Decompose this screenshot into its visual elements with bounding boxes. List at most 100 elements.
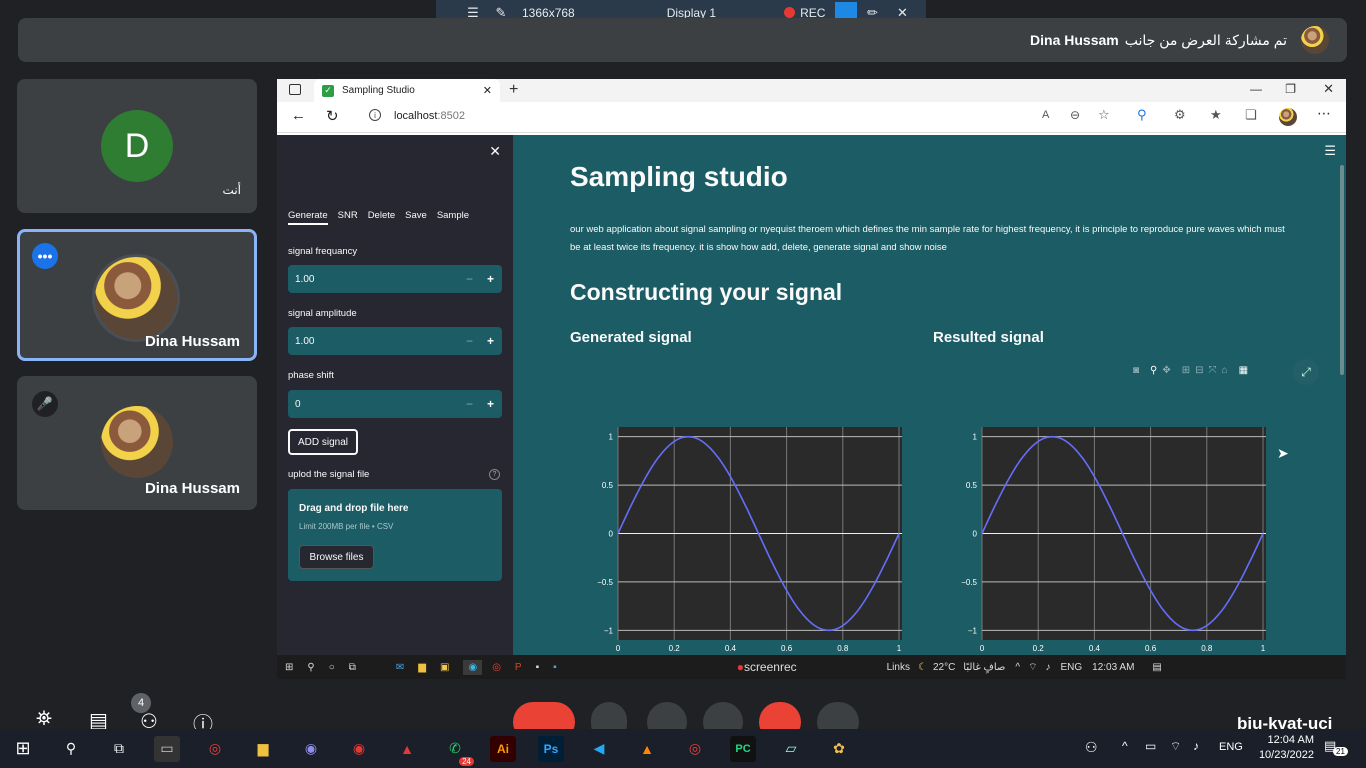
hamburger-menu-icon[interactable]: ☰ <box>1324 143 1336 159</box>
edge-icon[interactable]: ◉ <box>463 659 483 675</box>
info-icon[interactable]: i <box>369 109 381 121</box>
paint-icon[interactable]: ✿ <box>826 736 852 762</box>
notification-icon[interactable]: ▤ <box>1152 662 1161 673</box>
clock[interactable]: 12:03 AM <box>1092 662 1134 673</box>
favorite-add-icon[interactable]: ☆ <box>1098 107 1110 123</box>
search-icon[interactable]: ⚲ <box>58 736 84 762</box>
people-icon[interactable]: ⚇ <box>1085 739 1098 756</box>
resulted-signal-chart[interactable]: 0 0.2 0.4 0.6 0.8 1 1 0.5 0 −0.5 −1 <box>947 415 1267 655</box>
terminal-icon[interactable]: ▭ <box>154 735 180 762</box>
volume-icon[interactable]: ♪ <box>1193 739 1199 753</box>
increment-icon[interactable]: + <box>487 272 494 286</box>
zoom-out-icon[interactable]: ⊖ <box>1070 108 1080 122</box>
window-close-icon[interactable]: ✕ <box>1323 81 1334 97</box>
tray-chevron-icon[interactable]: ^ <box>1122 739 1128 753</box>
add-signal-button[interactable]: ADD signal <box>288 429 358 455</box>
decrement-icon[interactable]: − <box>466 334 473 348</box>
windows-start-icon[interactable]: ⊞ <box>10 736 36 762</box>
tray-chevron-icon[interactable]: ^ <box>1015 662 1020 673</box>
favorites-icon[interactable]: ★ <box>1210 107 1222 123</box>
increment-icon[interactable]: + <box>487 334 494 348</box>
vscode-icon[interactable]: ◀ <box>586 736 612 762</box>
language-indicator[interactable]: ENG <box>1060 662 1082 673</box>
phase-input[interactable]: 0− + <box>288 390 502 418</box>
generated-signal-chart[interactable]: 0 0.2 0.4 0.6 0.8 1 1 0.5 0 −0.5 −1 <box>583 415 903 655</box>
help-icon[interactable]: ? <box>489 469 500 480</box>
amplitude-input[interactable]: 1.00− + <box>288 327 502 355</box>
explorer-icon[interactable]: ▆ <box>418 662 426 673</box>
pycharm-icon[interactable]: PC <box>730 735 756 762</box>
acrobat-icon[interactable]: ▲ <box>394 736 420 762</box>
tab-snr[interactable]: SNR <box>338 210 358 225</box>
tab-sample[interactable]: Sample <box>437 210 469 225</box>
store-icon[interactable]: ▣ <box>440 662 449 673</box>
clock[interactable]: 12:04 AM 10/23/2022 <box>1250 733 1314 763</box>
search-icon[interactable]: ⚲ <box>1137 107 1147 123</box>
frequency-input[interactable]: 1.00− + <box>288 265 502 293</box>
powerpoint-icon[interactable]: P <box>515 662 522 673</box>
zoom-icon[interactable]: ⚲ <box>1150 365 1157 376</box>
illustrator-icon[interactable]: Ai <box>490 735 516 762</box>
restore-icon[interactable]: ❐ <box>1285 82 1296 96</box>
extensions-icon[interactable]: ⚙ <box>1174 107 1186 123</box>
back-icon[interactable]: ← <box>291 107 306 124</box>
chrome-icon[interactable]: ◎ <box>202 736 228 762</box>
decrement-icon[interactable]: − <box>466 272 473 286</box>
collections-icon[interactable]: ❏ <box>1245 107 1257 123</box>
camera-icon[interactable]: ◙ <box>1133 365 1139 376</box>
profile-avatar[interactable] <box>1279 108 1297 126</box>
volume-icon[interactable]: ♪ <box>1045 662 1050 673</box>
eclipse-icon[interactable]: ◉ <box>298 736 324 762</box>
battery-icon[interactable]: ▭ <box>1145 739 1156 753</box>
zoom-in-icon[interactable]: ⊞ <box>1182 365 1190 376</box>
photoshop-icon[interactable]: Ps <box>538 735 564 762</box>
home-icon[interactable]: ⌂ <box>1222 365 1228 376</box>
activities-icon[interactable]: ⛯ <box>36 708 52 731</box>
tab-delete[interactable]: Delete <box>368 210 395 225</box>
chrome-profile-icon[interactable]: ◎ <box>682 736 708 762</box>
fullscreen-icon[interactable]: ⤢ <box>1293 359 1319 385</box>
close-sidebar-icon[interactable]: ✕ <box>489 143 501 160</box>
participant-tile-self[interactable]: D أنت <box>17 79 257 213</box>
zoom-out-icon[interactable]: ⊟ <box>1195 365 1203 376</box>
task-view-icon[interactable]: ⧉ <box>349 662 356 673</box>
temperature[interactable]: 22°C <box>933 662 955 673</box>
links-label[interactable]: Links <box>887 662 910 673</box>
close-tab-icon[interactable]: ✕ <box>483 84 492 97</box>
increment-icon[interactable]: + <box>487 397 494 411</box>
tab-save[interactable]: Save <box>405 210 427 225</box>
participant-tile[interactable]: 🎤 Dina Hussam <box>17 376 257 510</box>
url-text[interactable]: localhost:8502 <box>394 110 465 122</box>
language-indicator[interactable]: ENG <box>1219 741 1243 753</box>
cortana-icon[interactable]: ○ <box>329 662 335 673</box>
recorder-icon[interactable]: ◉ <box>346 736 372 762</box>
minimize-icon[interactable]: — <box>1250 82 1262 96</box>
mail-icon[interactable]: ✉ <box>396 662 404 673</box>
chrome-icon[interactable]: ◎ <box>492 662 501 673</box>
windows-start-icon[interactable]: ⊞ <box>285 662 293 673</box>
tab-generate[interactable]: Generate <box>288 210 328 225</box>
plotly-logo-icon[interactable]: ▦ <box>1239 365 1248 376</box>
tab-actions-icon[interactable] <box>289 84 301 95</box>
task-view-icon[interactable]: ⧉ <box>106 736 132 762</box>
browser-tab[interactable]: ✓ Sampling Studio ✕ <box>314 79 500 102</box>
vlc-icon[interactable]: ▲ <box>634 736 660 762</box>
network-icon[interactable]: ⌔ <box>1028 661 1037 674</box>
window-icon[interactable]: ▪ <box>553 662 557 673</box>
whatsapp-icon[interactable]: ✆ 24 <box>442 736 474 766</box>
read-aloud-icon[interactable]: A <box>1042 109 1049 121</box>
reload-icon[interactable]: ↻ <box>326 107 339 125</box>
pycharm-icon[interactable]: ▪ <box>536 662 540 673</box>
notes-icon[interactable]: ▱ <box>778 736 804 762</box>
new-tab-icon[interactable]: + <box>509 81 518 99</box>
decrement-icon[interactable]: − <box>466 397 473 411</box>
more-icon[interactable]: ⋯ <box>1317 105 1331 122</box>
pan-icon[interactable]: ✥ <box>1162 365 1170 376</box>
file-dropzone[interactable]: Drag and drop file here Limit 200MB per … <box>288 489 502 581</box>
browse-files-button[interactable]: Browse files <box>299 545 374 569</box>
search-icon[interactable]: ⚲ <box>307 662 314 673</box>
file-explorer-icon[interactable]: ▆ <box>250 736 276 762</box>
scrollbar[interactable] <box>1340 165 1344 375</box>
participant-tile-active[interactable]: ••• Dina Hussam <box>17 229 257 361</box>
wifi-icon[interactable]: ⌔ <box>1170 739 1181 754</box>
